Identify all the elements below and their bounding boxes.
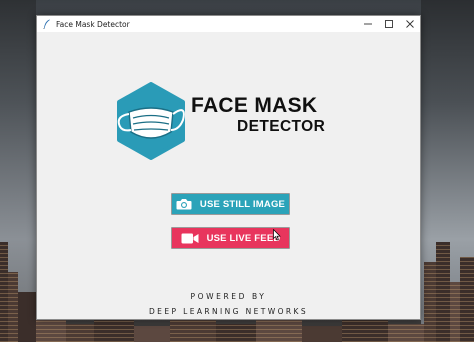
window-title: Face Mask Detector bbox=[56, 19, 130, 29]
use-still-image-button[interactable]: USE STILL IMAGE bbox=[171, 193, 290, 215]
maximize-icon[interactable] bbox=[378, 16, 399, 32]
minimize-icon[interactable] bbox=[357, 16, 378, 32]
feather-icon bbox=[41, 16, 53, 32]
use-live-feed-label: USE LIVE FEED bbox=[206, 232, 281, 244]
mask-hexagon-icon bbox=[117, 82, 185, 160]
logo-subtitle: DETECTOR bbox=[237, 118, 326, 135]
powered-by-text: POWERED BY bbox=[190, 292, 267, 301]
camera-icon bbox=[176, 198, 192, 210]
title-bar[interactable]: Face Mask Detector bbox=[37, 16, 420, 32]
company-name: DEEP LEARNING NETWORKS bbox=[149, 307, 308, 316]
use-still-image-label: USE STILL IMAGE bbox=[199, 198, 286, 210]
logo-title: FACE MASK bbox=[191, 94, 318, 117]
video-camera-icon bbox=[181, 233, 199, 244]
app-window: Face Mask Detector FACE MASK DETECTOR US… bbox=[36, 15, 421, 320]
window-content: FACE MASK DETECTOR USE STILL IMAGE USE L… bbox=[37, 32, 420, 319]
mouse-pointer-icon bbox=[273, 229, 281, 241]
face-mask-detector-logo: FACE MASK DETECTOR bbox=[115, 82, 345, 160]
window-controls bbox=[357, 16, 420, 32]
close-icon[interactable] bbox=[399, 16, 420, 32]
